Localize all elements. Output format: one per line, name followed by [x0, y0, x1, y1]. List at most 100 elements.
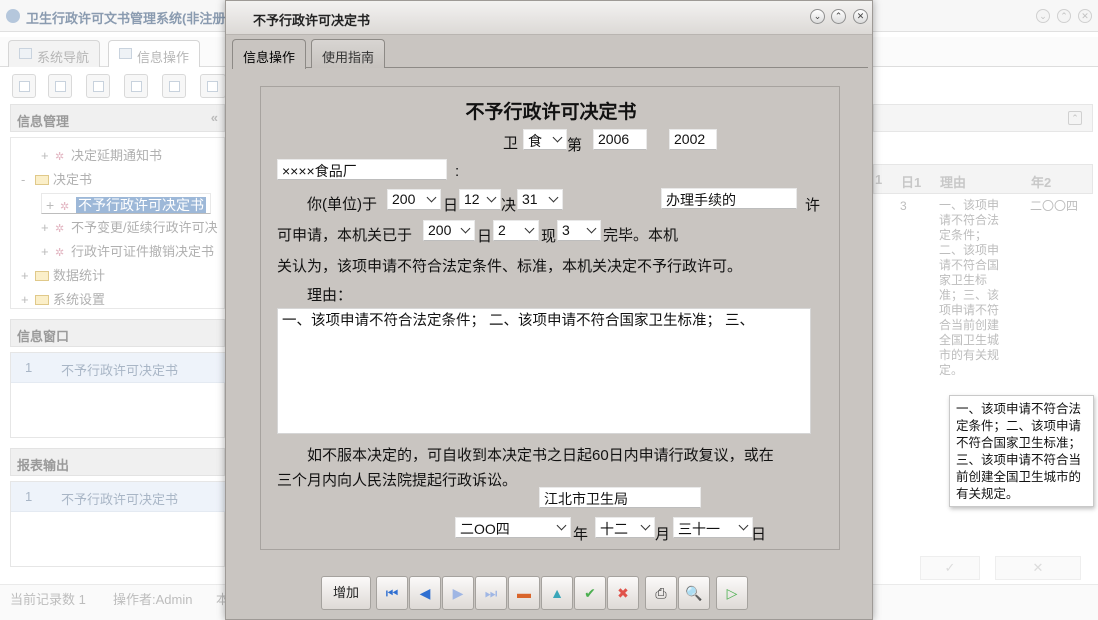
- gear-doc-icon: ✲: [55, 151, 65, 163]
- tree-item-settings[interactable]: + 系统设置: [21, 289, 105, 308]
- document-icon: [93, 81, 104, 92]
- report-output-list: 1 不予行政许可决定书: [10, 481, 226, 567]
- dialog-maximize-icon[interactable]: ⌃: [831, 9, 846, 24]
- tab-user-guide[interactable]: 使用指南: [311, 39, 386, 68]
- list-item[interactable]: 1 不予行政许可决定书: [11, 353, 226, 383]
- record-count: 当前记录数 1: [10, 592, 86, 607]
- grid-icon: [119, 48, 132, 59]
- doc-tool-button[interactable]: [86, 74, 110, 98]
- check-icon: ✔: [584, 585, 596, 601]
- tab-info-operation[interactable]: 信息操作: [108, 40, 201, 67]
- apply-year-select[interactable]: 200: [387, 189, 441, 210]
- reason-textarea[interactable]: 一、该项申请不符合法定条件； 二、该项申请不符合国家卫生标准； 三、: [277, 308, 811, 434]
- users-icon: [131, 81, 142, 92]
- list-icon: [55, 81, 66, 92]
- edit-button[interactable]: ▲: [541, 576, 573, 610]
- run-button[interactable]: ▷: [716, 576, 748, 610]
- app-title: 卫生行政许可文书管理系统(非注册: [26, 11, 226, 26]
- first-record-button[interactable]: ⏮: [376, 576, 408, 610]
- line3-text: 关认为，该项申请不符合法定条件、标准，本机关决定不予行政许可。: [277, 258, 743, 275]
- applicant-input[interactable]: ××××食品厂: [277, 159, 447, 180]
- nian-label: 年: [573, 526, 589, 543]
- collapse-up-icon[interactable]: ⌃: [1068, 111, 1082, 125]
- apply-month-select[interactable]: 12: [459, 189, 501, 210]
- cross-icon: ✖: [617, 585, 629, 601]
- ri2-label: 日: [477, 228, 493, 245]
- serial-number-input[interactable]: 2002: [669, 129, 717, 150]
- tree-item-delay-notice[interactable]: + ✲ 决定延期通知书: [41, 145, 162, 164]
- review-year-select[interactable]: 200: [423, 220, 475, 241]
- di-label: 第: [567, 137, 583, 154]
- tab-system-nav[interactable]: 系统导航: [8, 40, 101, 67]
- report-output-header: 报表输出: [10, 448, 225, 476]
- date-day-select[interactable]: 三十一: [673, 517, 753, 538]
- chevron-down-icon: [641, 522, 651, 532]
- dialog-close-icon[interactable]: ✕: [853, 9, 868, 24]
- chevron-down-icon: [739, 522, 749, 532]
- tree-item-revocation[interactable]: + ✲ 行政许可证件撤销决定书: [41, 241, 214, 260]
- grid-cell-day: 3: [900, 199, 907, 213]
- prev-record-button[interactable]: ◀: [409, 576, 441, 610]
- preview-button[interactable]: 🔍: [678, 576, 710, 610]
- chevron-down-icon: [557, 522, 567, 532]
- list-tool-button[interactable]: [48, 74, 72, 98]
- monitor-icon: [19, 48, 32, 59]
- year-number-input[interactable]: 2006: [593, 129, 647, 150]
- add-button[interactable]: 增加: [321, 576, 371, 610]
- preview-icon: 🔍: [685, 585, 703, 601]
- tab-info-operation[interactable]: 信息操作: [232, 39, 307, 69]
- tree-item-decisions[interactable]: - 决定书: [21, 169, 92, 188]
- collapse-icon[interactable]: «: [211, 110, 218, 125]
- gear-doc-icon: ✲: [55, 223, 65, 235]
- category-select[interactable]: 食: [523, 129, 567, 150]
- tree-item-refusal-change[interactable]: + ✲ 不予变更/延续行政许可决: [41, 217, 218, 236]
- info-window-list: 1 不予行政许可决定书: [10, 352, 226, 438]
- form-heading: 不予行政许可决定书: [465, 102, 637, 123]
- colon-label: :: [455, 163, 460, 180]
- search-icon: [19, 81, 30, 92]
- first-icon: ⏮: [385, 585, 399, 601]
- reason-tooltip: 一、该项申请不符合法定条件；二、该项申请不符合国家卫生标准；三、该项申请不符合当…: [949, 395, 1094, 507]
- appeal-line1: 如不服本决定的，可自收到本决定书之日起60日内申请行政复议，或在: [307, 447, 774, 464]
- wei-label: 卫: [503, 135, 519, 152]
- minimize-icon[interactable]: ⌄: [1036, 9, 1050, 23]
- dialog-tabs: 信息操作 使用指南: [232, 39, 868, 69]
- authority-input[interactable]: 江北市卫生局: [539, 487, 701, 508]
- decision-form: 不予行政许可决定书 卫 食 第 2006 2002 ××××食品厂 : 你(单位…: [260, 86, 840, 550]
- folder-icon: [207, 81, 218, 92]
- chevron-down-icon: [461, 225, 471, 235]
- close-icon[interactable]: ✕: [1078, 9, 1092, 23]
- maximize-icon[interactable]: ⌃: [1057, 9, 1071, 23]
- dialog-minimize-icon[interactable]: ⌄: [810, 9, 825, 24]
- more-tool-button[interactable]: [200, 74, 226, 98]
- users-tool-button[interactable]: [124, 74, 148, 98]
- apply-day-select[interactable]: 31: [517, 189, 563, 210]
- list-item[interactable]: 1 不予行政许可决定书: [11, 482, 226, 512]
- review-day-select[interactable]: 3: [557, 220, 601, 241]
- confirm-button[interactable]: ✔: [574, 576, 606, 610]
- print-button[interactable]: ⎙: [645, 576, 677, 610]
- cancel-grid-button[interactable]: ✕: [995, 556, 1081, 580]
- gear-doc-icon: ✲: [60, 201, 70, 213]
- chevron-down-icon: [587, 225, 597, 235]
- review-month-select[interactable]: 2: [493, 220, 539, 241]
- delete-button[interactable]: ▬: [508, 576, 540, 610]
- confirm-grid-button[interactable]: ✓: [920, 556, 980, 580]
- window-tool-button[interactable]: [162, 74, 186, 98]
- item-name-input[interactable]: 办理手续的: [661, 188, 797, 209]
- refusal-decision-dialog: 不予行政许可决定书 ⌄ ⌃ ✕ 信息操作 使用指南 不予行政许可决定书 卫 食 …: [225, 0, 873, 620]
- date-month-select[interactable]: 十二: [595, 517, 655, 538]
- tree-item-statistics[interactable]: + 数据统计: [21, 265, 105, 284]
- next-icon: ▶: [452, 585, 464, 601]
- xian-label: 现: [541, 228, 557, 245]
- next-record-button[interactable]: ▶: [442, 576, 474, 610]
- date-year-select[interactable]: 二OO四: [455, 517, 571, 538]
- cancel-button[interactable]: ✖: [607, 576, 639, 610]
- ri3-label: 日: [751, 526, 767, 543]
- search-tool-button[interactable]: [12, 74, 36, 98]
- last-record-button[interactable]: ⏭: [475, 576, 507, 610]
- printer-icon: ⎙: [655, 585, 667, 601]
- chevron-down-icon: [525, 225, 535, 235]
- tree-item-refusal-decision[interactable]: + ✲ 不予行政许可决定书: [41, 193, 211, 214]
- right-panel-header: ⌃: [873, 104, 1093, 132]
